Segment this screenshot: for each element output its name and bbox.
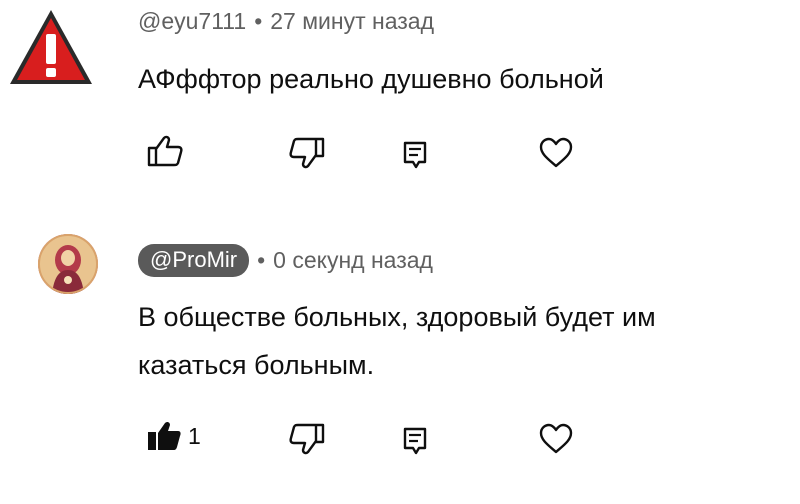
avatar[interactable] xyxy=(38,234,98,294)
comment-meta: @eyu7111 • 27 минут назад xyxy=(138,8,434,35)
like-count: 1 xyxy=(188,422,201,449)
reply-button[interactable] xyxy=(402,426,428,456)
comment-time: 27 минут назад xyxy=(270,8,435,34)
thumb-down-icon xyxy=(289,423,325,455)
reply-icon xyxy=(403,141,427,169)
like-button[interactable] xyxy=(146,134,184,168)
avatar-warning[interactable] xyxy=(6,4,96,94)
comment-text: АФффтор реально душевно больной xyxy=(138,60,604,98)
meta-separator: • xyxy=(254,8,263,34)
heart-button[interactable] xyxy=(538,136,574,170)
author-handle-badge[interactable]: @ProMir xyxy=(138,244,250,277)
dislike-button[interactable] xyxy=(288,422,326,456)
warning-icon xyxy=(10,10,92,84)
comment-text: В обществе больных, здоровый будет им ка… xyxy=(138,298,656,384)
author-handle[interactable]: @eyu7111 xyxy=(138,8,246,35)
like-button[interactable]: 1 xyxy=(146,420,201,452)
meta-separator: • xyxy=(257,247,266,273)
heart-icon xyxy=(539,423,573,454)
reply-icon xyxy=(403,427,427,455)
comment-time: 0 секунд назад xyxy=(273,247,433,273)
comment-meta: @ProMir • 0 секунд назад xyxy=(138,244,433,277)
thumb-up-icon xyxy=(148,421,181,450)
heart-button[interactable] xyxy=(538,422,574,456)
comment-text-line: В обществе больных, здоровый будет им xyxy=(138,302,656,332)
reply-button[interactable] xyxy=(402,140,428,170)
thumb-up-icon xyxy=(147,135,183,167)
comment-actions xyxy=(0,132,800,172)
comment-text-line: АФффтор реально душевно больной xyxy=(138,64,604,94)
comment-actions: 1 xyxy=(0,416,800,456)
comment-text-line: казаться больным. xyxy=(138,350,375,380)
heart-icon xyxy=(539,137,573,168)
thumb-down-icon xyxy=(289,137,325,169)
dislike-button[interactable] xyxy=(288,136,326,170)
avatar-image xyxy=(38,234,98,294)
